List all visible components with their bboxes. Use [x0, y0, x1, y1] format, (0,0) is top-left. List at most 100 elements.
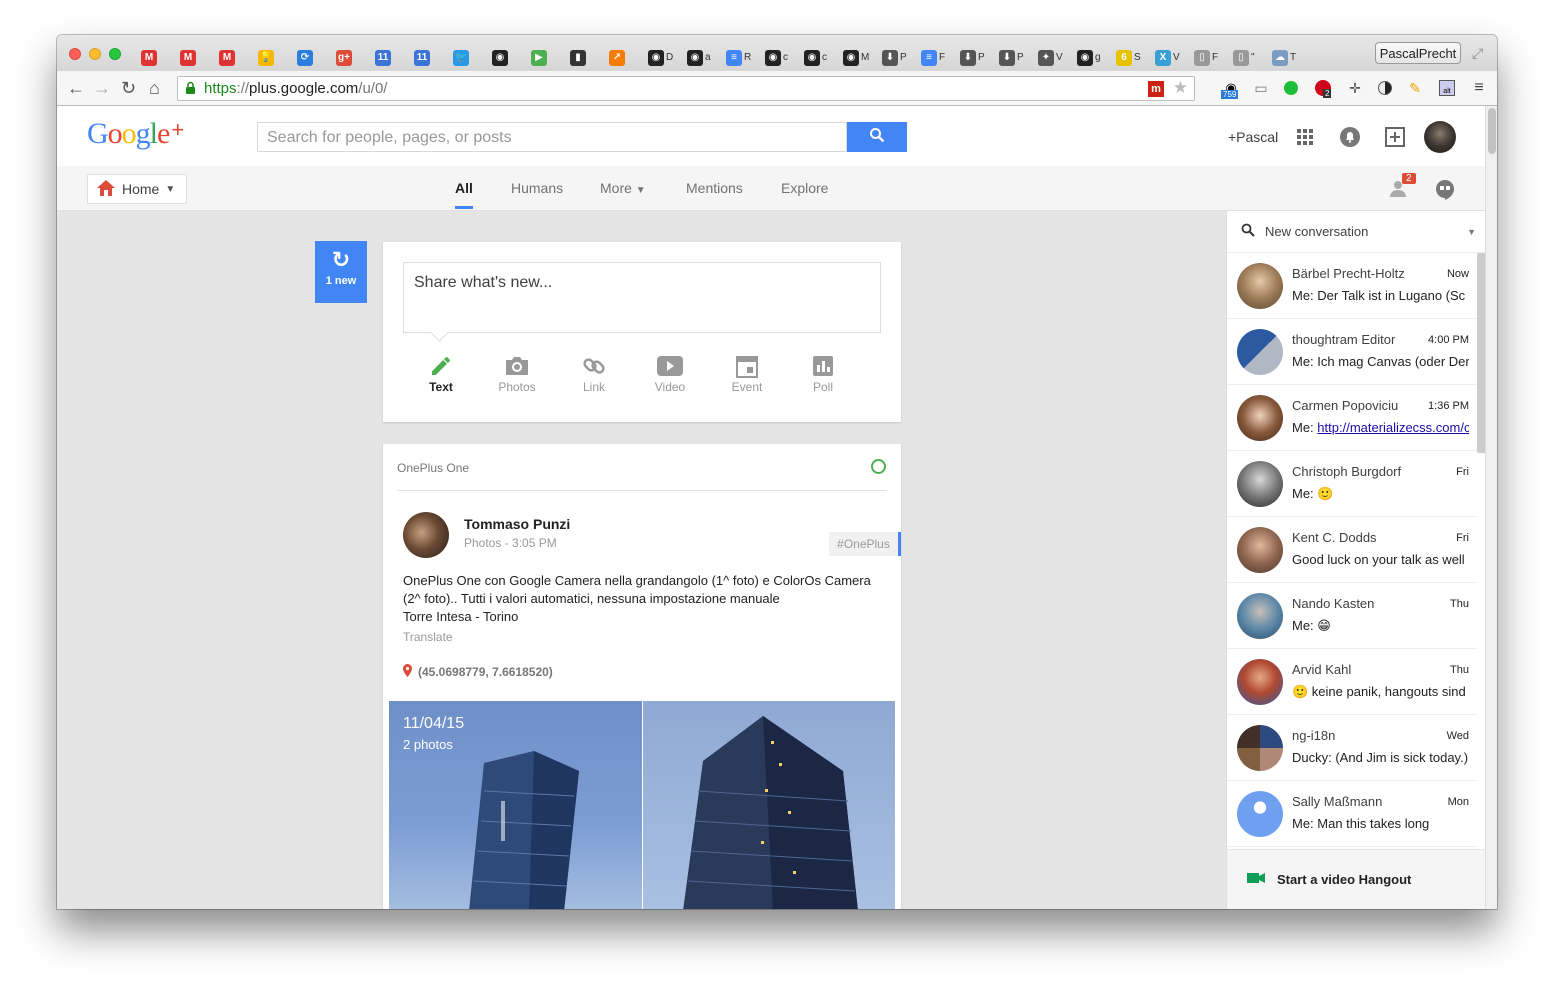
conversation-item[interactable]: ng-i18n Wed Ducky: (And Jim is sick today.… — [1227, 715, 1477, 781]
browser-tab[interactable]: ▶ — [523, 44, 562, 71]
browser-tab[interactable]: 11 — [406, 44, 445, 71]
conversation-item[interactable]: Kent C. Dodds Fri Good luck on your talk a… — [1227, 517, 1477, 583]
share-box-icon[interactable] — [1384, 126, 1406, 148]
tab-more[interactable]: More ▼ — [600, 180, 646, 196]
conversation-item[interactable]: Bärbel Precht-Holtz Now Me: Der Talk ist i… — [1227, 253, 1477, 319]
crosshair-icon[interactable]: ✛ — [1345, 78, 1365, 98]
browser-tab[interactable]: M — [133, 44, 172, 71]
translate-link[interactable]: Translate — [403, 630, 453, 644]
notifications-bell-icon[interactable] — [1339, 126, 1361, 148]
page-scroll-thumb[interactable] — [1488, 108, 1496, 154]
browser-tab[interactable]: ⬇ P — [952, 44, 991, 71]
browser-tab[interactable]: ▮ — [562, 44, 601, 71]
user-plus-link[interactable]: +Pascal — [1228, 129, 1278, 145]
people-notification-icon[interactable]: 2 — [1390, 173, 1416, 203]
browser-tab[interactable]: ◉ g — [1069, 44, 1108, 71]
post-photo-1[interactable]: 11/04/15 2 photos — [389, 701, 642, 909]
start-video-hangout-button[interactable]: Start a video Hangout — [1227, 849, 1485, 909]
browser-tab[interactable]: ⬇ P — [874, 44, 913, 71]
post-location[interactable]: (45.0698779, 7.6618520) — [403, 664, 553, 680]
conversation-item[interactable]: Nando Kasten Thu Me: 😁 — [1227, 583, 1477, 649]
evernote-icon[interactable] — [1281, 78, 1301, 98]
pencil-ext-icon[interactable]: ✎ — [1405, 78, 1425, 98]
browser-tab[interactable]: ⟳ — [289, 44, 328, 71]
share-option-event[interactable]: Event — [717, 352, 777, 394]
browser-tab[interactable]: ◉ D — [640, 44, 679, 71]
conversation-item[interactable]: Christoph Burgdorf Fri Me: 🙂 — [1227, 451, 1477, 517]
browser-tab[interactable]: M — [211, 44, 250, 71]
menu-icon[interactable]: ≡ — [1469, 78, 1489, 98]
apps-grid-icon[interactable] — [1294, 126, 1316, 148]
home-dropdown[interactable]: Home ▼ — [87, 174, 187, 204]
dropdown-arrow-icon[interactable]: ▼ — [1467, 227, 1476, 237]
browser-tab[interactable]: ☁ T — [1264, 44, 1303, 71]
search-input[interactable]: Search for people, pages, or posts — [257, 122, 847, 152]
conversation-item[interactable]: thoughtram Editor 4:00 PM Me: Ich mag Canv… — [1227, 319, 1477, 385]
browser-tab[interactable]: 11 — [367, 44, 406, 71]
browser-tab[interactable]: ✦ V — [1030, 44, 1069, 71]
github-ext-icon[interactable]: ◉ 759 — [1221, 78, 1241, 99]
cast-icon[interactable]: ▭ — [1251, 78, 1271, 98]
browser-tab[interactable]: ▯ F — [1186, 44, 1225, 71]
conversation-item[interactable]: Carmen Popoviciu 1:36 PM Me: http://materi… — [1227, 385, 1477, 451]
conversation-link[interactable]: http://materializecss.com/c — [1317, 420, 1469, 435]
fullscreen-icon[interactable]: ⤢ — [1472, 45, 1483, 62]
browser-tab[interactable]: M — [172, 44, 211, 71]
tab-humans[interactable]: Humans — [511, 180, 563, 196]
share-option-photos[interactable]: Photos — [487, 352, 547, 394]
page-scrollbar[interactable] — [1485, 106, 1497, 909]
author-name[interactable]: Tommaso Punzi — [464, 516, 570, 532]
reload-icon[interactable]: ↻ — [121, 78, 136, 98]
community-icon[interactable] — [871, 459, 886, 474]
conversation-item[interactable]: Sally Maßmann Mon Me: Man this takes long — [1227, 781, 1477, 847]
adblock-icon[interactable]: 2 — [1313, 78, 1333, 98]
post-photo-2[interactable] — [643, 701, 895, 909]
search-button[interactable] — [847, 122, 907, 152]
alt-ext-icon[interactable]: alt — [1437, 78, 1457, 98]
browser-tab[interactable]: ◉ c — [757, 44, 796, 71]
back-icon[interactable]: ← — [67, 78, 85, 98]
author-avatar[interactable] — [403, 512, 449, 558]
bookmark-star-icon[interactable]: ★ — [1173, 78, 1188, 98]
google-plus-logo[interactable]: Google+ — [87, 117, 184, 151]
browser-tab[interactable]: ◉ c — [796, 44, 835, 71]
community-name[interactable]: OnePlus One — [397, 461, 469, 475]
share-input[interactable]: Share what's new... — [403, 262, 881, 333]
zoom-window-button[interactable] — [109, 48, 121, 60]
share-option-text[interactable]: Text — [411, 352, 471, 394]
mendeley-icon[interactable]: m — [1148, 81, 1164, 97]
new-conversation-input[interactable]: New conversation ▼ — [1227, 211, 1485, 253]
tab-mentions[interactable]: Mentions — [686, 180, 743, 196]
contrast-icon[interactable] — [1375, 78, 1395, 98]
browser-tab[interactable]: ◉ a — [679, 44, 718, 71]
forward-icon[interactable]: → — [93, 78, 111, 98]
browser-tab[interactable]: 💡 — [250, 44, 289, 71]
browser-tab[interactable]: g+ — [328, 44, 367, 71]
share-option-poll[interactable]: Poll — [793, 352, 853, 394]
browser-tab[interactable]: ⬇ P — [991, 44, 1030, 71]
conversation-scrollbar[interactable] — [1477, 253, 1485, 453]
new-posts-button[interactable]: ↻ 1 new — [315, 241, 367, 303]
tab-all[interactable]: All — [455, 180, 473, 209]
browser-tab[interactable]: ◉ M — [835, 44, 874, 71]
share-option-link[interactable]: Link — [564, 352, 624, 394]
home-icon[interactable]: ⌂ — [149, 78, 160, 98]
browser-tab[interactable]: 🐦 — [445, 44, 484, 71]
minimize-window-button[interactable] — [89, 48, 101, 60]
browser-tab[interactable]: ≡ F — [913, 44, 952, 71]
tab-explore[interactable]: Explore — [781, 180, 828, 196]
browser-tab[interactable]: ▯ " — [1225, 44, 1264, 71]
browser-tab[interactable]: ≡ R — [718, 44, 757, 71]
post-hashtag[interactable]: #OnePlus — [829, 532, 901, 556]
profile-button[interactable]: PascalPrecht — [1375, 42, 1461, 64]
browser-tab[interactable]: ◉ — [484, 44, 523, 71]
conversation-item[interactable]: Arvid Kahl Thu 🙂 keine panik, hangouts sin… — [1227, 649, 1477, 715]
hangouts-quote-icon[interactable] — [1436, 180, 1454, 205]
close-window-button[interactable] — [69, 48, 81, 60]
share-option-video[interactable]: Video — [640, 352, 700, 394]
browser-tab[interactable]: XV — [1147, 44, 1186, 71]
profile-avatar[interactable] — [1424, 121, 1456, 153]
browser-tab[interactable]: 6S — [1108, 44, 1147, 71]
browser-tab[interactable]: ↗ — [601, 44, 640, 71]
address-bar[interactable]: https://plus.google.com/u/0/ m ★ — [177, 76, 1195, 101]
